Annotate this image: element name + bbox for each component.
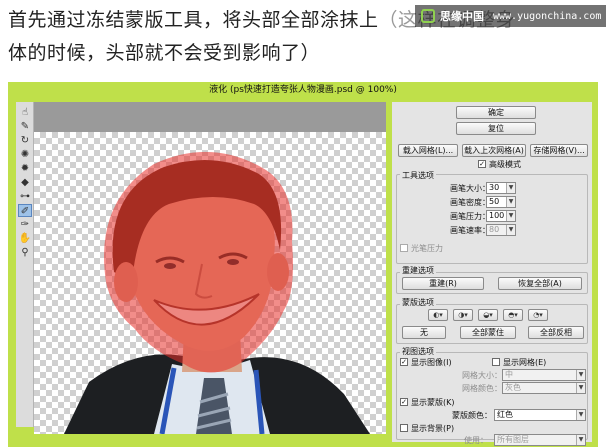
use-select[interactable]: 所有图层 ▼ — [494, 434, 586, 446]
mask-all-button[interactable]: 全部蒙住 — [460, 326, 516, 339]
tool-bar: ☝ ✎ ↻ ✺ ✹ ◆ ⊶ ✐ ✑ ✋ ⚲ — [16, 102, 34, 427]
brush-pressure-value: 100 — [489, 211, 505, 220]
watermark: 思缘中国 www.yugonchina.com — [415, 5, 606, 27]
brush-size-value: 30 — [489, 183, 500, 192]
reconstruct-button[interactable]: 重建(R) — [402, 277, 484, 290]
brush-rate-value: 80 — [489, 225, 500, 234]
mesh-size-label: 网格大小： — [462, 371, 502, 380]
brush-size-label: 画笔大小： — [450, 184, 490, 193]
chevron-down-icon[interactable]: ▼ — [576, 383, 585, 393]
use-value: 所有图层 — [497, 435, 529, 444]
show-mesh-checkbox[interactable] — [492, 358, 500, 366]
watermark-brand: 思缘中国 — [440, 10, 484, 23]
use-label: 使用： — [464, 436, 488, 445]
freeze-mask-icon[interactable]: ✐ — [18, 204, 32, 217]
show-backdrop-label: 显示背景(P) — [411, 424, 455, 433]
chevron-down-icon[interactable]: ▼ — [506, 211, 515, 221]
restore-all-button[interactable]: 恢复全部(A) — [498, 277, 582, 290]
mask-color-label: 蒙版颜色： — [452, 411, 492, 420]
thaw-mask-icon[interactable]: ✑ — [18, 218, 32, 231]
window-title: 液化 (ps快速打造夸张人物漫画.psd @ 100%) — [209, 85, 397, 95]
advanced-mode-label: 高级模式 — [489, 160, 521, 169]
watermark-url: www.yugonchina.com — [493, 10, 602, 22]
mirror-icon[interactable]: ⊶ — [18, 190, 32, 203]
chevron-down-icon[interactable]: ▼ — [506, 197, 515, 207]
caption-line-2: 体的时候，头部就不会受到影响了） — [8, 42, 321, 64]
brush-density-field[interactable]: 50 ▼ — [486, 196, 516, 208]
mesh-size-select[interactable]: 中 ▼ — [502, 369, 586, 381]
mask-subtract-icon[interactable]: ◒▾ — [478, 309, 498, 321]
brush-rate-field[interactable]: 80 ▼ — [486, 224, 516, 236]
save-mesh-button[interactable]: 存储网格(V)... — [530, 144, 588, 157]
mask-add-icon[interactable]: ◑▾ — [453, 309, 473, 321]
brush-rate-label: 画笔速率： — [450, 226, 490, 235]
chevron-down-icon[interactable]: ▼ — [506, 183, 515, 193]
options-panel: 确定 复位 载入网格(L)... 载入上次网格(A) 存储网格(V)... ✓ … — [392, 102, 592, 446]
hand-icon[interactable]: ✋ — [18, 232, 32, 245]
load-mesh-button[interactable]: 载入网格(L)... — [398, 144, 458, 157]
show-backdrop-checkbox[interactable] — [400, 424, 408, 432]
brush-pressure-label: 画笔压力： — [450, 212, 490, 221]
reconstruct-icon[interactable]: ✎ — [18, 120, 32, 133]
brush-size-field[interactable]: 30 ▼ — [486, 182, 516, 194]
chevron-down-icon[interactable]: ▼ — [576, 435, 585, 445]
tool-options-title: 工具选项 — [400, 170, 436, 181]
brush-pressure-field[interactable]: 100 ▼ — [486, 210, 516, 222]
forward-warp-icon[interactable]: ☝ — [18, 106, 32, 119]
brush-density-label: 画笔密度： — [450, 198, 490, 207]
mask-options-title: 蒙版选项 — [400, 297, 436, 308]
view-options-title: 视图选项 — [400, 346, 436, 357]
mesh-size-value: 中 — [505, 370, 513, 379]
chevron-down-icon[interactable]: ▼ — [506, 225, 515, 235]
mask-none-button[interactable]: 无 — [402, 326, 446, 339]
show-mask-label: 显示蒙版(K) — [411, 398, 455, 407]
mask-invert-icon[interactable]: ◔▾ — [528, 309, 548, 321]
zoom-icon[interactable]: ⚲ — [18, 246, 32, 259]
stylus-pressure-label: 光笔压力 — [411, 244, 443, 253]
show-mask-checkbox[interactable]: ✓ — [400, 398, 408, 406]
caption-text: 首先通过冻结蒙版工具，将头部全部涂抹上 — [8, 9, 379, 31]
chevron-down-icon[interactable]: ▼ — [576, 370, 585, 380]
bloat-icon[interactable]: ✹ — [18, 162, 32, 175]
mesh-color-select[interactable]: 灰色 ▼ — [502, 382, 586, 394]
chevron-down-icon[interactable]: ▼ — [576, 410, 585, 420]
mesh-color-label: 网格颜色： — [462, 384, 502, 393]
show-image-checkbox[interactable]: ✓ — [400, 358, 408, 366]
ok-button[interactable]: 确定 — [456, 106, 536, 119]
watermark-logo-icon — [421, 9, 435, 23]
show-mesh-label: 显示网格(E) — [503, 358, 547, 367]
pucker-icon[interactable]: ✺ — [18, 148, 32, 161]
freeze-mask-overlay — [104, 151, 293, 373]
mask-intersect-icon[interactable]: ◓▾ — [503, 309, 523, 321]
brush-density-value: 50 — [489, 197, 500, 206]
preview-canvas[interactable] — [34, 102, 386, 434]
advanced-mode-checkbox[interactable]: ✓ — [478, 160, 486, 168]
push-left-icon[interactable]: ◆ — [18, 176, 32, 189]
load-last-mesh-button[interactable]: 载入上次网格(A) — [462, 144, 526, 157]
mask-color-value: 红色 — [497, 410, 513, 419]
canvas-top-strip — [34, 102, 386, 132]
invert-all-button[interactable]: 全部反相 — [528, 326, 584, 339]
stylus-pressure-checkbox[interactable] — [400, 244, 408, 252]
portrait-image — [64, 151, 370, 434]
liquify-window: 液化 (ps快速打造夸张人物漫画.psd @ 100%) ☝ ✎ ↻ ✺ ✹ ◆… — [8, 82, 598, 447]
reset-button[interactable]: 复位 — [456, 122, 536, 135]
twirl-icon[interactable]: ↻ — [18, 134, 32, 147]
mask-replace-icon[interactable]: ◐▾ — [428, 309, 448, 321]
reconstruct-options-title: 重建选项 — [400, 265, 436, 276]
mask-color-select[interactable]: 红色 ▼ — [494, 409, 586, 421]
mesh-color-value: 灰色 — [505, 383, 521, 392]
show-image-label: 显示图像(I) — [411, 358, 452, 367]
